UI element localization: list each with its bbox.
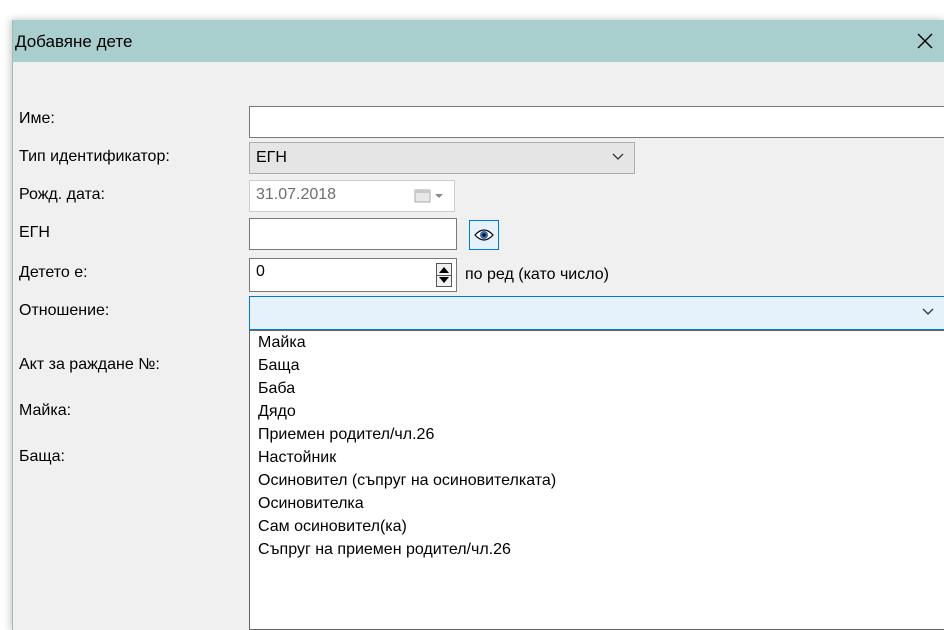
title-bar[interactable]: Добавяне дете (13, 20, 944, 62)
spin-buttons[interactable] (436, 263, 452, 287)
relation-option[interactable]: Осиновителка (250, 492, 944, 515)
birth-act-label: Акт за раждане №: (19, 356, 160, 373)
spin-down-icon[interactable] (439, 277, 449, 283)
father-label: Баща: (19, 448, 65, 465)
calendar-icon[interactable] (414, 188, 446, 204)
egn-input[interactable] (249, 218, 457, 250)
mother-label: Майка: (19, 402, 72, 419)
show-egn-button[interactable] (469, 220, 499, 250)
window-title: Добавяне дете (15, 32, 133, 51)
id-type-value: ЕГН (256, 149, 287, 166)
relation-option[interactable]: Баща (250, 354, 944, 377)
eye-icon (474, 229, 494, 241)
close-button[interactable] (905, 20, 944, 62)
chevron-down-icon (922, 308, 934, 315)
relation-select[interactable] (249, 296, 944, 330)
relation-dropdown-list: Майка Баща Баба Дядо Приемен родител/чл.26 На… (249, 330, 944, 630)
relation-option[interactable]: Дядо (250, 400, 944, 423)
child-order-value: 0 (256, 263, 265, 280)
child-order-label: Детето е: (19, 264, 88, 281)
name-label: Име: (19, 110, 55, 127)
relation-option[interactable]: Приемен родител/чл.26 (250, 423, 944, 446)
relation-label: Отношение: (19, 302, 110, 319)
name-input[interactable] (249, 106, 944, 138)
relation-option[interactable]: Осиновител (съпруг на осиновителката) (250, 469, 944, 492)
add-child-dialog: Добавяне дете Име: Тип идентификатор: ЕГ… (12, 20, 944, 630)
egn-label: ЕГН (19, 224, 50, 241)
relation-option[interactable]: Съпруг на приемен родител/чл.26 (250, 538, 944, 561)
relation-option[interactable]: Майка (250, 331, 944, 354)
relation-option[interactable]: Сам осиновител(ка) (250, 515, 944, 538)
close-icon (917, 33, 933, 49)
id-type-label: Тип идентификатор: (19, 148, 170, 165)
form-area: Име: Тип идентификатор: ЕГН Рожд. дата: … (13, 62, 944, 630)
spin-up-icon[interactable] (439, 267, 449, 273)
relation-option[interactable]: Баба (250, 377, 944, 400)
birth-date-picker[interactable]: 31.07.2018 (249, 180, 455, 212)
relation-option[interactable]: Настойник (250, 446, 944, 469)
chevron-down-icon (612, 153, 624, 160)
birth-date-label: Рожд. дата: (19, 186, 105, 203)
birth-date-value: 31.07.2018 (256, 186, 337, 203)
id-type-select[interactable]: ЕГН (249, 142, 635, 174)
child-order-stepper[interactable]: 0 (249, 258, 457, 292)
child-order-suffix: по ред (като число) (465, 266, 609, 283)
